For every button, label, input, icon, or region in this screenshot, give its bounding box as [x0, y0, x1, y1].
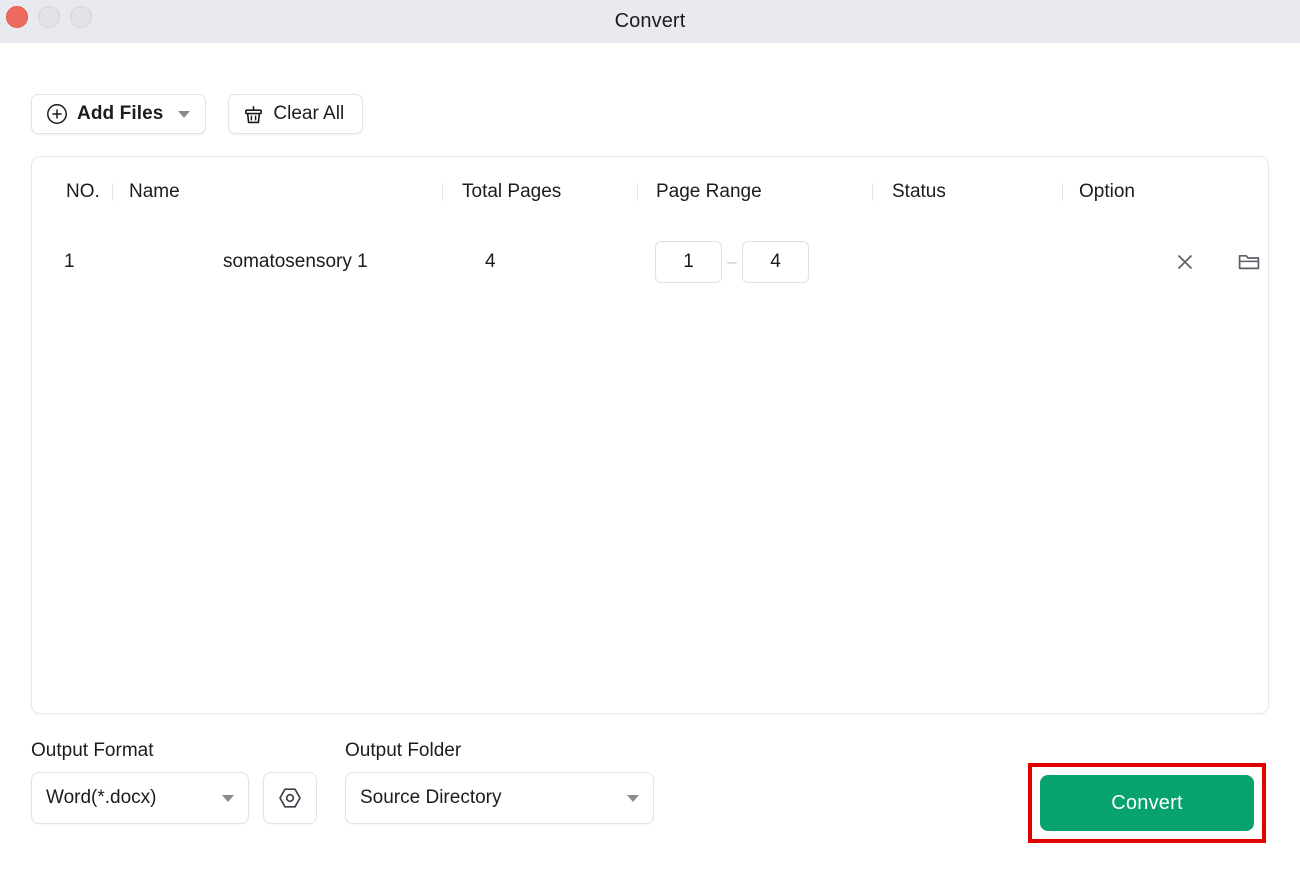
- table-header-row: NO. Name Total Pages Page Range Status O…: [32, 157, 1268, 226]
- file-list-panel: NO. Name Total Pages Page Range Status O…: [31, 156, 1269, 714]
- table-row[interactable]: 1 somatosensory 1 4 –: [32, 226, 1268, 298]
- add-files-button[interactable]: Add Files: [31, 94, 207, 134]
- clear-all-button[interactable]: Clear All: [228, 94, 364, 134]
- page-range-to-input[interactable]: [742, 241, 809, 283]
- clear-all-label: Clear All: [273, 103, 345, 124]
- add-files-label: Add Files: [77, 103, 164, 124]
- row-status: [872, 226, 1062, 298]
- window-titlebar: Convert: [0, 0, 1300, 43]
- column-divider: [1062, 182, 1063, 201]
- row-file-name: somatosensory 1: [223, 251, 368, 272]
- column-header-status[interactable]: Status: [872, 157, 1062, 226]
- column-header-page-range-label: Page Range: [656, 180, 762, 202]
- footer-bar: Output Format Word(*.docx) Output Folder…: [31, 740, 1269, 860]
- chevron-down-icon: [178, 110, 191, 118]
- output-format-label: Output Format: [31, 740, 154, 761]
- convert-button[interactable]: Convert: [1040, 775, 1254, 831]
- column-header-name[interactable]: Name: [112, 157, 442, 226]
- toolbar: Add Files Clear All: [0, 43, 1300, 134]
- output-folder-value: Source Directory: [360, 787, 502, 808]
- output-folder-group: Output Folder Source Directory: [345, 740, 654, 824]
- output-folder-select[interactable]: Source Directory: [345, 772, 654, 824]
- minimize-window-button[interactable]: [38, 6, 60, 28]
- broom-icon: [243, 104, 264, 125]
- column-header-page-range[interactable]: Page Range: [637, 157, 872, 226]
- row-page-range: –: [637, 226, 872, 298]
- page-range-from-input[interactable]: [655, 241, 722, 283]
- column-header-total-pages-label: Total Pages: [462, 180, 562, 202]
- output-format-select[interactable]: Word(*.docx): [31, 772, 249, 824]
- page-range-separator: –: [727, 252, 737, 271]
- row-number: 1: [64, 251, 75, 272]
- output-format-value: Word(*.docx): [46, 787, 157, 808]
- column-header-status-label: Status: [892, 180, 946, 202]
- column-divider: [442, 182, 443, 201]
- output-format-settings-button[interactable]: [263, 772, 317, 824]
- add-files-dropdown-toggle[interactable]: [163, 95, 205, 133]
- hex-nut-settings-icon: [277, 785, 303, 811]
- column-header-no[interactable]: NO.: [32, 157, 112, 226]
- zoom-window-button[interactable]: [70, 6, 92, 28]
- chevron-down-icon: [627, 794, 639, 802]
- folder-icon[interactable]: [1236, 249, 1262, 275]
- output-folder-label: Output Folder: [345, 740, 462, 761]
- row-option: [1062, 226, 1268, 298]
- column-header-option-label: Option: [1079, 180, 1135, 202]
- plus-circle-icon: [46, 103, 68, 125]
- output-format-group: Output Format Word(*.docx): [31, 740, 317, 824]
- convert-button-highlight: Convert: [1028, 763, 1266, 843]
- window-controls: [6, 6, 92, 28]
- column-header-total-pages[interactable]: Total Pages: [442, 157, 637, 226]
- row-total-pages: 4: [485, 251, 496, 272]
- column-divider: [872, 182, 873, 201]
- chevron-down-icon: [222, 794, 234, 802]
- column-header-option[interactable]: Option: [1062, 157, 1268, 226]
- column-divider: [637, 182, 638, 201]
- column-header-name-label: Name: [129, 180, 180, 202]
- close-x-icon[interactable]: [1172, 249, 1198, 275]
- close-window-button[interactable]: [6, 6, 28, 28]
- column-header-no-label: NO.: [66, 180, 100, 202]
- page-title: Convert: [614, 10, 686, 32]
- column-divider: [112, 182, 113, 201]
